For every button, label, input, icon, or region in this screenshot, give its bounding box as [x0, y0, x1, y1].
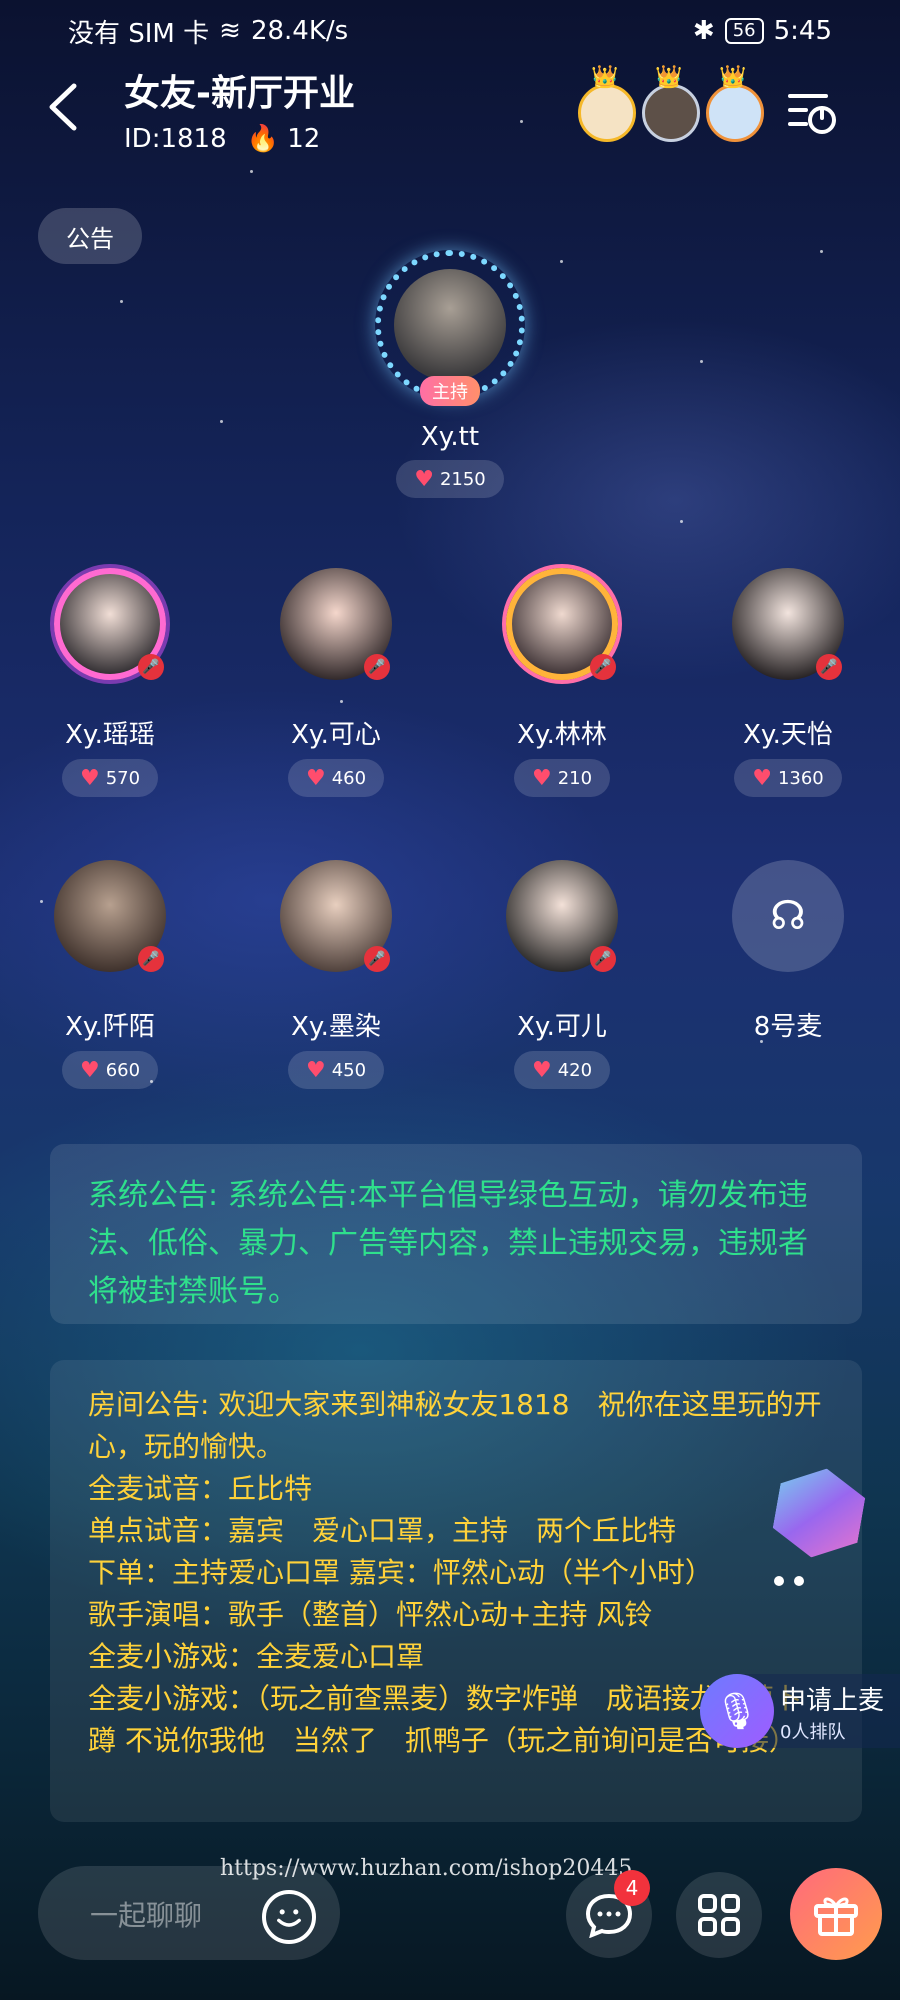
fire-icon: 🔥 [246, 124, 279, 154]
menu-icon[interactable] [786, 88, 840, 138]
mute-icon: 🎤 [590, 654, 616, 680]
mic-icon[interactable]: 🎙 [700, 1674, 774, 1748]
seat-hearts: ♥ 460 [287, 759, 385, 797]
seat-hearts: ♥ 210 [513, 759, 611, 797]
heart-icon: ♥ [531, 1057, 552, 1083]
emoji-icon[interactable] [262, 1890, 316, 1944]
contributor-avatar[interactable]: 👑 [642, 65, 700, 142]
room-title: 女友-新厅开业 [124, 73, 355, 114]
room-notice: 房间公告: 欢迎大家来到神秘女友1818 祝你在这里玩的开心，玩的愉快。 全麦试… [50, 1360, 862, 1822]
bluetooth-icon: ✱ [692, 16, 715, 46]
mute-icon: 🎤 [364, 654, 390, 680]
heat-count: 12 [287, 124, 321, 154]
mute-icon: 🎤 [138, 654, 164, 680]
seat-name: Xy.阡陌 [65, 1012, 155, 1042]
seat-hearts: ♥ 1360 [734, 759, 842, 797]
heart-icon: ♥ [531, 765, 552, 791]
host-heart-count: 2150 [439, 468, 486, 490]
host-avatar[interactable] [394, 269, 506, 381]
host-hearts: ♥ 2150 [396, 460, 504, 498]
back-icon[interactable] [44, 82, 84, 132]
seat-heart-count: 420 [557, 1059, 593, 1081]
heart-icon: ♥ [414, 466, 434, 492]
mic-seat-8[interactable]: ☊ 8号麦 [708, 856, 868, 1043]
room-id-row: ID:1818 🔥 12 [124, 124, 320, 154]
seat-name: Xy.瑶瑶 [65, 720, 155, 750]
seat-heart-count: 1360 [777, 767, 824, 789]
carousel-dots [774, 1576, 804, 1586]
grid-icon [698, 1894, 740, 1936]
mic-seat-2[interactable]: 🎤 Xy.可心 ♥ 460 [256, 564, 416, 797]
seat-name: 8号麦 [753, 1012, 823, 1042]
seat-name: Xy.可心 [291, 720, 381, 750]
contributor-avatar[interactable]: 👑 [578, 65, 636, 142]
gift-icon [814, 1897, 858, 1936]
mic-seat-4[interactable]: 🎤 Xy.天怡 ♥ 1360 [708, 564, 868, 797]
seat-heart-count: 570 [105, 767, 141, 789]
mic-seat-3[interactable]: 🎤 Xy.林林 ♥ 210 [482, 564, 642, 797]
seat-heart-count: 660 [105, 1059, 141, 1081]
wifi-icon: ≋ [219, 16, 241, 46]
mic-seat-6[interactable]: 🎤 Xy.墨染 ♥ 450 [256, 856, 416, 1089]
heart-icon: ♥ [79, 1057, 100, 1083]
notice-button[interactable]: 公告 [38, 208, 142, 264]
seat-name: Xy.天怡 [743, 720, 833, 750]
heart-icon: ♥ [305, 1057, 326, 1083]
room-notice-line: 全麦小游戏：全麦爱心口罩 [88, 1640, 425, 1673]
seat-heart-count: 450 [331, 1059, 367, 1081]
chat-placeholder: 一起聊聊 [90, 1899, 203, 1932]
mute-icon: 🎤 [364, 946, 390, 972]
more-button[interactable] [676, 1872, 762, 1958]
host-name: Xy.tt [420, 422, 480, 452]
seat-hearts: ♥ 450 [287, 1051, 385, 1089]
mute-icon: 🎤 [138, 946, 164, 972]
crown-icon: 👑 [719, 65, 747, 90]
room-notice-line: 单点试音：嘉宾 爱心口罩，主持 两个丘比特 [88, 1514, 677, 1547]
top-contributors[interactable]: 👑 👑 👑 [578, 65, 764, 142]
mute-icon: 🎤 [590, 946, 616, 972]
crown-icon: 👑 [591, 65, 619, 90]
seat-hearts: ♥ 660 [61, 1051, 159, 1089]
room-notice-line: 下单：主持爱心口罩 嘉宾：怦然心动（半个小时） [88, 1556, 713, 1589]
apply-mic-queue: 0人排队 [780, 1722, 846, 1743]
mic-seat-7[interactable]: 🎤 Xy.可儿 ♥ 420 [482, 856, 642, 1089]
status-bar: 没有 SIM 卡 ≋ 28.4K/s ✱ 56 5:45 [0, 0, 900, 62]
apply-mic-label[interactable]: 申请上麦 [780, 1680, 884, 1717]
heart-icon: ♥ [79, 765, 100, 791]
seat-name: Xy.可儿 [517, 1012, 607, 1042]
room-notice-line: 房间公告: 欢迎大家来到神秘女友1818 祝你在这里玩的开心，玩的愉快。 [88, 1388, 822, 1463]
gift-button[interactable] [790, 1868, 882, 1960]
room-notice-line: 全麦试音：丘比特 [88, 1472, 313, 1505]
mute-icon: 🎤 [816, 654, 842, 680]
host-avatar-frame[interactable]: 主持 [375, 250, 525, 406]
system-notice: 系统公告: 系统公告:本平台倡导绿色互动，请勿发布违法、低俗、暴力、广告等内容，… [50, 1144, 862, 1324]
clock: 5:45 [773, 16, 832, 46]
seat-heart-count: 210 [557, 767, 593, 789]
seat-heart-count: 460 [331, 767, 367, 789]
heat-group: 🔥 12 [247, 124, 321, 154]
carrier-text: 没有 SIM 卡 [68, 18, 210, 49]
mic-seat-5[interactable]: 🎤 Xy.阡陌 ♥ 660 [30, 856, 190, 1089]
seat-name: Xy.林林 [517, 720, 607, 750]
room-id: ID:1818 [124, 124, 227, 154]
host-badge: 主持 [420, 376, 480, 406]
empty-seat-icon[interactable]: ☊ [732, 860, 844, 972]
host-seat[interactable]: 主持 Xy.tt ♥ 2150 [370, 250, 530, 498]
contributor-avatar[interactable]: 👑 [706, 65, 764, 142]
heart-icon: ♥ [752, 765, 772, 791]
battery-indicator: 56 [724, 18, 764, 44]
room-notice-line: 歌手演唱：歌手（整首）怦然心动+主持 风铃 [88, 1598, 653, 1631]
seat-hearts: ♥ 420 [513, 1051, 611, 1089]
message-count-badge: 4 [614, 1870, 650, 1906]
seat-hearts: ♥ 570 [61, 759, 159, 797]
seat-name: Xy.墨染 [291, 1012, 381, 1042]
heart-icon: ♥ [305, 765, 326, 791]
network-speed: 28.4K/s [250, 16, 349, 46]
crown-icon: 👑 [655, 65, 683, 90]
mic-seat-1[interactable]: 🎤 Xy.瑶瑶 ♥ 570 [30, 564, 190, 797]
